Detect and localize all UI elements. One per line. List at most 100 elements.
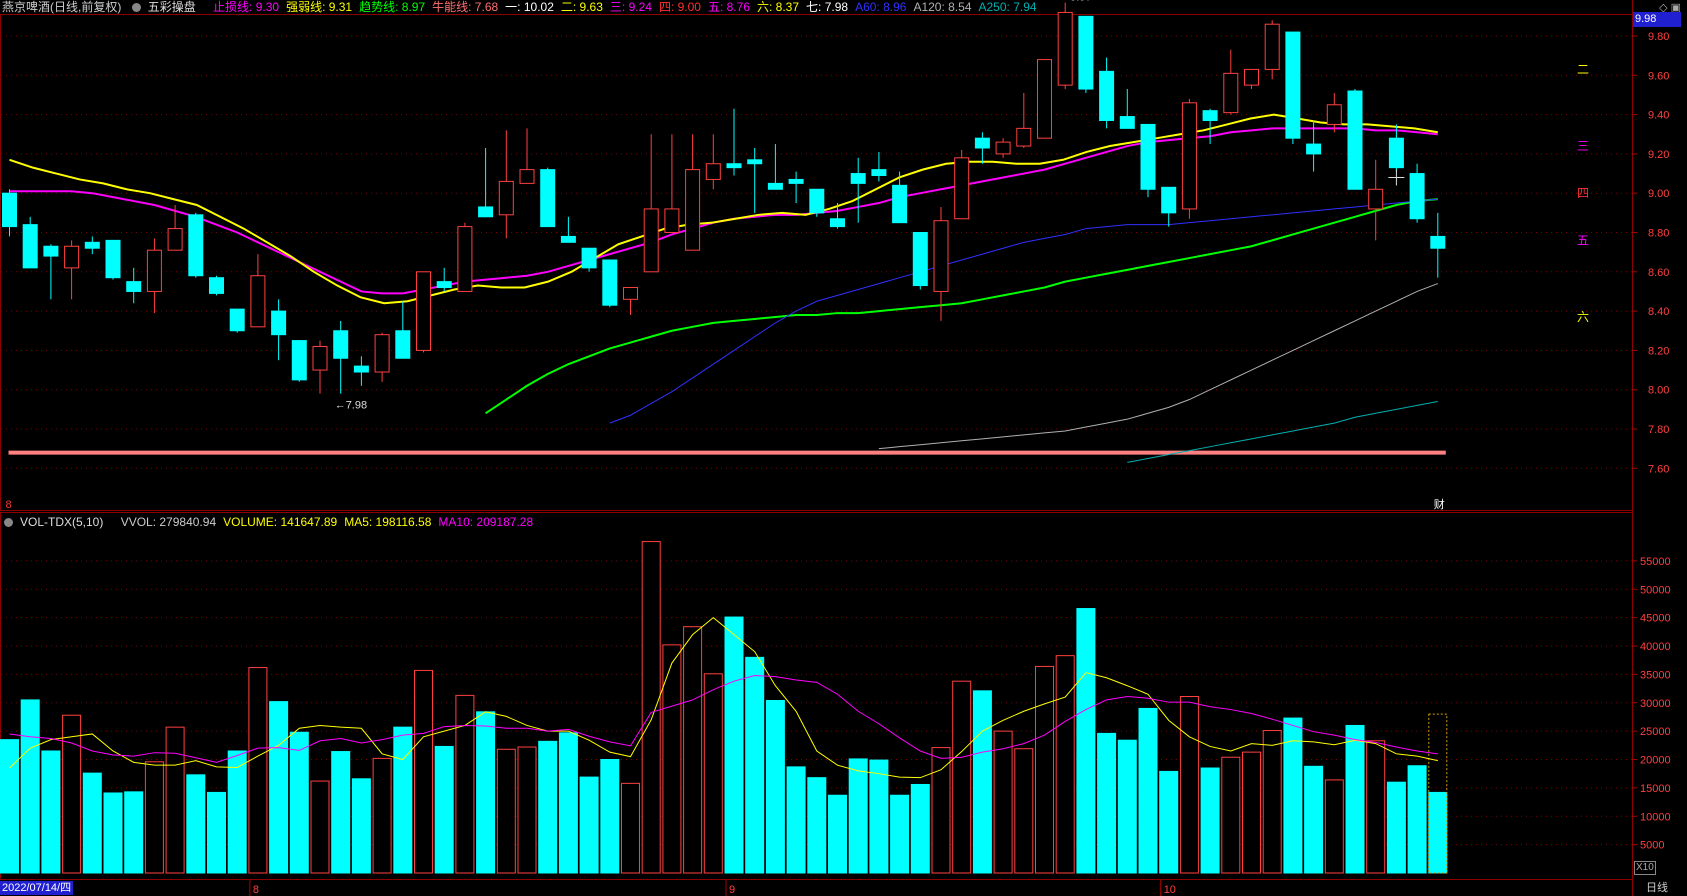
indicator-value-item: 趋势线: 8.97	[359, 0, 426, 14]
volume-bar	[786, 766, 806, 874]
volume-bar	[828, 794, 847, 874]
candle-body	[519, 169, 535, 184]
volume-tick-label: 50000	[1640, 584, 1671, 596]
candle-body	[974, 137, 990, 149]
zoom-mark[interactable]: X10	[1634, 861, 1656, 875]
candle-body	[1326, 104, 1342, 125]
volume-bar	[1076, 608, 1096, 874]
price-tick-label: 8.40	[1648, 306, 1669, 318]
stock-name[interactable]: 燕京啤酒	[2, 0, 50, 14]
candle-body	[312, 345, 328, 371]
volume-selector[interactable]: VOL-TDX(5,10)	[4, 515, 110, 529]
candle-body	[767, 182, 783, 190]
volume-bar	[41, 750, 61, 874]
candle-body	[1368, 188, 1384, 210]
volume-bar	[165, 726, 185, 874]
ma-line	[9, 113, 1438, 305]
volume-bar	[434, 745, 454, 874]
volume-bar	[869, 759, 889, 874]
indicator-value-item: 三: 9.24	[609, 0, 652, 14]
candle-body	[1140, 123, 1156, 190]
volume-tick-label: 5000	[1640, 840, 1664, 852]
indicator-name: 五彩操盘	[147, 0, 196, 14]
candle-body	[602, 259, 618, 306]
volume-bar	[1138, 707, 1158, 874]
candle-body	[788, 178, 804, 184]
indicator-value-item: 强弱线: 9.31	[286, 0, 353, 14]
volume-bar	[1055, 655, 1075, 874]
candle-body	[229, 308, 245, 332]
volume-bar	[931, 747, 951, 874]
volume-bar	[476, 711, 496, 874]
chart-mode: (日线,前复权)	[50, 0, 122, 14]
ma-line	[878, 283, 1438, 450]
candle-body	[1264, 23, 1280, 70]
volume-bar	[414, 669, 433, 874]
volume-bar	[848, 758, 868, 874]
volume-bar	[558, 732, 578, 874]
candle-body	[333, 330, 349, 359]
volume-tick-label: 40000	[1640, 641, 1671, 653]
indicator-dot-icon	[131, 3, 141, 12]
indicator-value-item: 牛能线: 7.68	[432, 0, 499, 14]
event-mark: 8	[6, 499, 12, 511]
volume-bar	[393, 726, 413, 874]
candle-body	[84, 241, 100, 249]
level-marker: 五	[1577, 233, 1589, 247]
candle-body	[22, 224, 38, 269]
volume-bar	[1035, 665, 1054, 874]
volume-bar	[538, 740, 558, 874]
candle-body	[2, 192, 17, 228]
volume-value-item: MA5: 198116.58	[344, 515, 432, 529]
candle-body	[271, 310, 287, 336]
candle-body	[1430, 235, 1446, 249]
volume-tick-label: 10000	[1640, 811, 1671, 823]
candle-body	[126, 281, 142, 292]
indicator-value-item: A60: 8.96	[855, 0, 907, 14]
volume-bar	[1262, 730, 1282, 874]
candle-body	[416, 271, 431, 351]
price-tick-label: 7.80	[1648, 424, 1669, 436]
volume-bar	[103, 792, 123, 874]
start-date-label: 2022/07/14/四	[0, 881, 74, 895]
candle-body	[643, 208, 659, 273]
volume-bar	[455, 694, 475, 874]
candle-body	[623, 287, 638, 300]
price-tick-label: 7.60	[1648, 463, 1669, 475]
volume-bar	[248, 667, 268, 874]
indicator-value-item: 二: 9.63	[560, 0, 603, 14]
volume-bar	[1200, 767, 1220, 874]
candle-body	[64, 245, 80, 269]
volume-bar	[952, 680, 972, 874]
candle-body	[726, 163, 742, 169]
volume-bar	[144, 761, 164, 874]
price-tick-label: 9.80	[1648, 31, 1669, 43]
candle-body	[1223, 72, 1239, 114]
volume-value-item: VOLUME: 141647.89	[223, 515, 338, 529]
indicator-value-item: A120: 8.54	[913, 0, 972, 14]
volume-bar	[1097, 732, 1117, 874]
candle-body	[747, 159, 763, 165]
volume-tick-label: 15000	[1640, 783, 1671, 795]
volume-bar	[972, 690, 992, 874]
candle-body	[1099, 70, 1115, 121]
price-tick-label: 8.80	[1648, 228, 1669, 240]
indicator-values: 止损线: 9.30 强弱线: 9.31 趋势线: 8.97 牛能线: 7.68 一: 1…	[213, 0, 1044, 14]
volume-bar	[1386, 781, 1406, 874]
period-label[interactable]: 日线	[1646, 881, 1668, 895]
candle-body	[436, 281, 452, 289]
x-tick-label: 8	[253, 884, 259, 896]
candle-body	[395, 330, 411, 359]
candle-body	[291, 340, 307, 381]
candle-body	[871, 169, 887, 177]
price-annotation: ←9.97	[1059, 0, 1091, 4]
candle-body	[250, 275, 266, 328]
volume-bar	[745, 656, 765, 874]
price-volume-chart[interactable]: 7.60 7.80 8.00 8.20 8.40 8.60 8.80 9.00 9.20 9.40…	[0, 0, 1687, 896]
indicator-value-item: 六: 8.37	[757, 0, 800, 14]
indicator-selector[interactable]: 五彩操盘	[131, 0, 203, 14]
volume-tick-label: 45000	[1640, 613, 1671, 625]
candle-body	[1244, 68, 1259, 86]
candle-body	[43, 245, 59, 257]
indicator-value-item: 五: 8.76	[707, 0, 750, 14]
